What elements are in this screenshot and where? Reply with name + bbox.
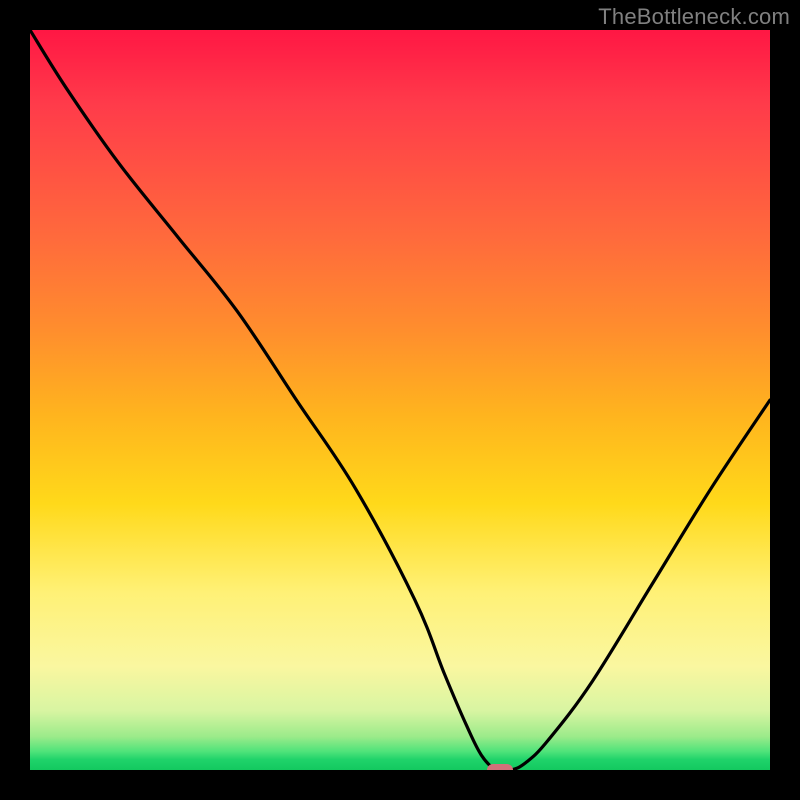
bottleneck-curve	[30, 30, 770, 770]
minimum-marker	[487, 764, 513, 770]
curve-path	[30, 30, 770, 770]
watermark-text: TheBottleneck.com	[598, 4, 790, 30]
chart-frame: TheBottleneck.com	[0, 0, 800, 800]
plot-area	[30, 30, 770, 770]
